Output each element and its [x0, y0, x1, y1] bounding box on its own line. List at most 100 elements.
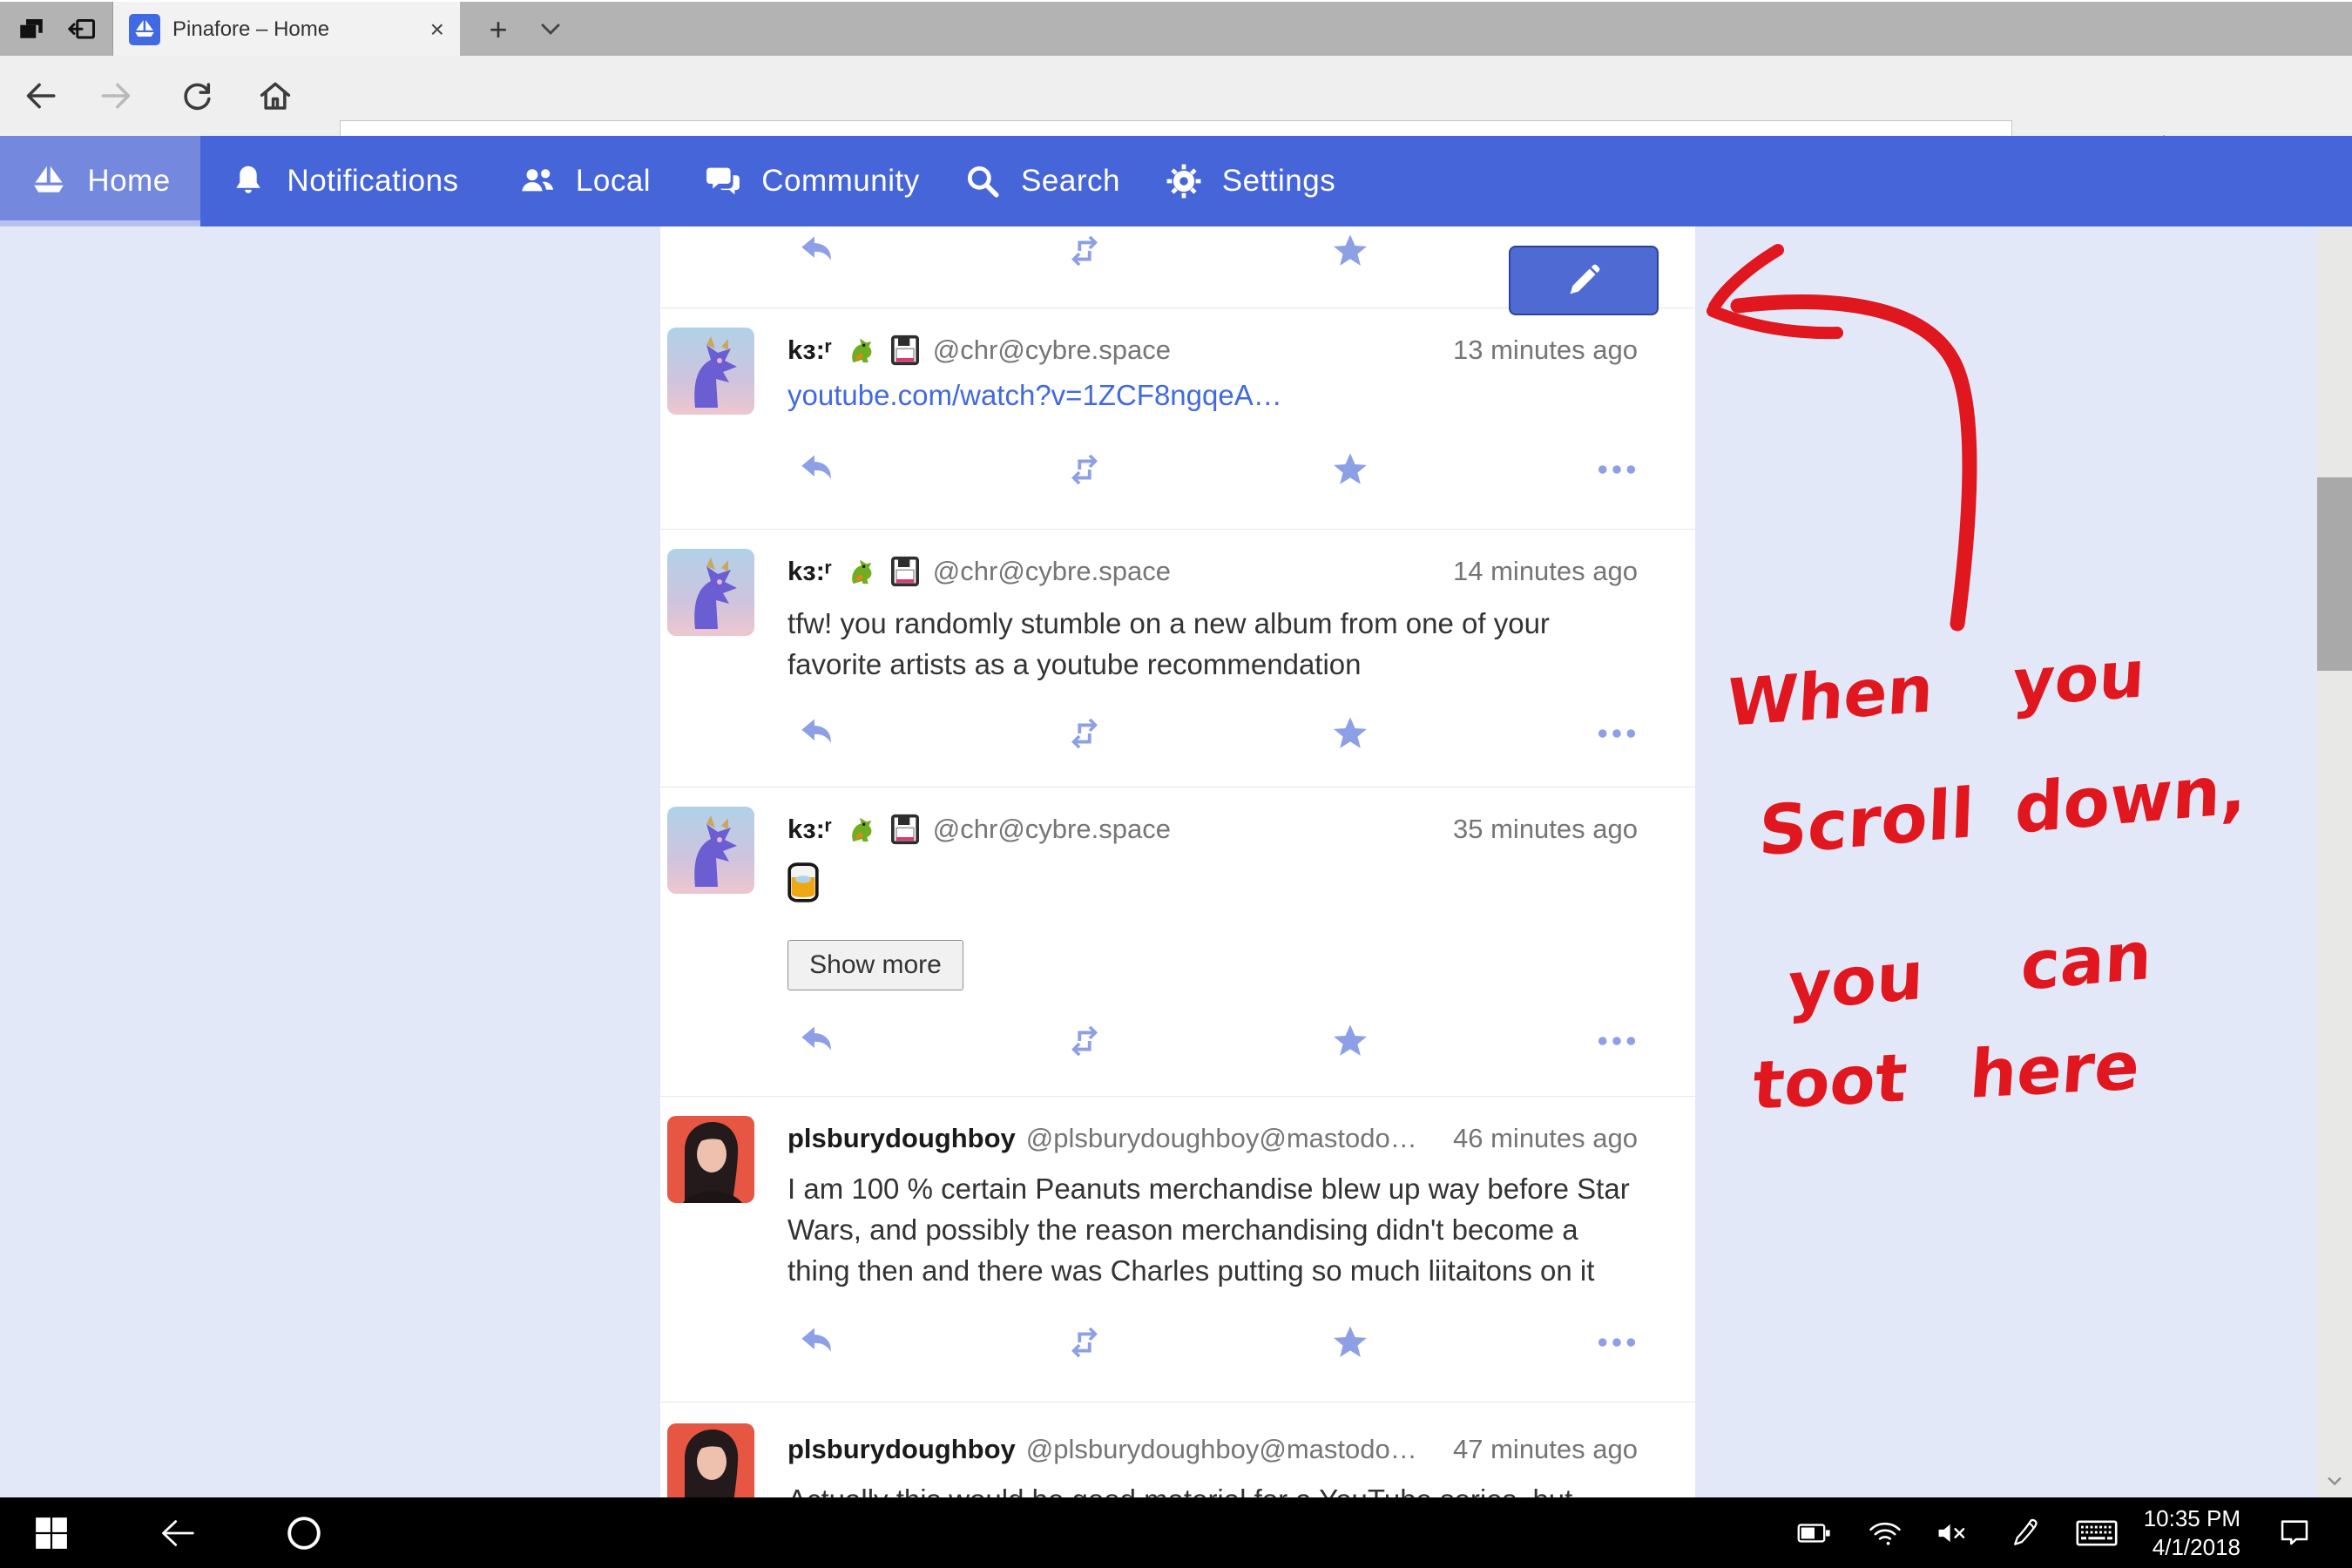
more-icon[interactable]	[1593, 449, 1633, 490]
toot-timestamp[interactable]: 35 minutes ago	[1436, 814, 1638, 845]
more-icon[interactable]	[1593, 1021, 1633, 1061]
taskbar-back-button[interactable]	[157, 1497, 199, 1568]
annotation-text-line: When you	[1725, 637, 2146, 741]
more-icon[interactable]	[1593, 1322, 1633, 1362]
display-name[interactable]: kз:ʳ	[787, 814, 832, 845]
dragon-emoji	[842, 554, 877, 589]
bell-icon	[229, 162, 267, 200]
account-handle[interactable]: @plsburydoughboy@mastodon.s…	[1026, 1123, 1425, 1154]
taskbar-clock[interactable]: 10:35 PM 4/1/2018	[2126, 1497, 2240, 1568]
toot-timestamp[interactable]: 13 minutes ago	[1436, 335, 1638, 366]
pen-icon[interactable]	[2006, 1497, 2043, 1568]
nav-item-settings[interactable]: Settings	[1141, 136, 1359, 226]
toot-timestamp[interactable]: 46 minutes ago	[1436, 1123, 1638, 1154]
cortana-button[interactable]	[283, 1497, 325, 1568]
back-button[interactable]	[16, 71, 64, 120]
avatar[interactable]	[667, 1116, 754, 1203]
toot: plsburydoughboy @plsburydoughboy@mastodo…	[660, 1402, 1695, 1497]
nav-item-community[interactable]: Community	[681, 136, 943, 226]
tab-window-buttons	[0, 2, 113, 57]
nav-item-notifications[interactable]: Notifications	[200, 136, 488, 226]
toot: kз:ʳ @chr@cybre.space 35 minutes ago Sho…	[660, 787, 1695, 1097]
forward-button[interactable]	[92, 71, 141, 120]
display-name[interactable]: kз:ʳ	[787, 335, 832, 366]
boost-icon[interactable]	[1064, 231, 1105, 271]
home-button[interactable]	[251, 71, 300, 120]
tab-title: Pinafore – Home	[172, 17, 415, 42]
boost-icon[interactable]	[1064, 1322, 1105, 1362]
nav-item-search[interactable]: Search	[943, 136, 1141, 226]
compose-toot-button[interactable]	[1509, 246, 1659, 315]
toot-link[interactable]: youtube.com/watch?v=1ZCF8ngqeA…	[787, 379, 1282, 411]
glass-of-drink-emoji	[787, 862, 819, 902]
clock-time: 10:35 PM	[2126, 1504, 2240, 1533]
reply-icon[interactable]	[797, 231, 837, 271]
favorite-icon[interactable]	[1330, 1021, 1370, 1061]
start-button[interactable]	[32, 1497, 71, 1568]
browser-tab[interactable]: Pinafore – Home ×	[113, 2, 460, 57]
display-name[interactable]: kз:ʳ	[787, 556, 832, 587]
boost-icon[interactable]	[1064, 713, 1105, 754]
people-icon	[518, 162, 557, 200]
reply-icon[interactable]	[797, 1322, 837, 1362]
dragon-emoji	[842, 812, 877, 847]
set-tabs-aside-icon[interactable]	[16, 14, 47, 45]
favorite-icon[interactable]	[1330, 231, 1370, 271]
boost-icon[interactable]	[1064, 449, 1105, 490]
pencil-icon	[1565, 262, 1602, 299]
reply-icon[interactable]	[797, 1021, 837, 1061]
screen: Pinafore – Home × + https://dev.pinafore…	[0, 0, 2352, 1568]
account-handle[interactable]: @chr@cybre.space	[933, 556, 1171, 587]
reply-icon[interactable]	[797, 449, 837, 490]
toot-timestamp[interactable]: 47 minutes ago	[1436, 1434, 1638, 1465]
favorite-icon[interactable]	[1330, 1322, 1370, 1362]
favorite-icon[interactable]	[1330, 713, 1370, 754]
boost-icon[interactable]	[1064, 1021, 1105, 1061]
battery-icon[interactable]	[1796, 1497, 1833, 1568]
toot: plsburydoughboy @plsburydoughboy@mastodo…	[660, 1097, 1695, 1402]
avatar[interactable]	[667, 807, 754, 894]
restore-tabs-icon[interactable]	[66, 14, 98, 45]
more-icon[interactable]	[1593, 713, 1633, 754]
action-center-button[interactable]	[2275, 1497, 2314, 1568]
annotation-text-line: toot here	[1750, 1026, 2142, 1125]
clock-date: 4/1/2018	[2126, 1533, 2240, 1562]
annotation-text-line: Scroll down,	[1757, 750, 2247, 872]
nav-item-home[interactable]: Home	[0, 136, 200, 226]
tab-close-icon[interactable]: ×	[415, 16, 460, 44]
show-more-button[interactable]: Show more	[787, 940, 963, 990]
sailboat-icon	[30, 162, 68, 200]
volume-muted-icon[interactable]	[1934, 1497, 1970, 1568]
new-tab-button[interactable]: +	[479, 10, 517, 49]
pinafore-nav-bar: Home Notifications Local Community Searc…	[0, 136, 2352, 226]
favorite-icon[interactable]	[1330, 449, 1370, 490]
chat-bubbles-icon	[704, 162, 742, 200]
floppy-disk-emoji	[888, 333, 923, 368]
avatar[interactable]	[667, 549, 754, 636]
annotation-text-line: you can	[1787, 916, 2153, 1025]
wifi-icon[interactable]	[1867, 1497, 1903, 1568]
display-name[interactable]: plsburydoughboy	[787, 1123, 1016, 1154]
floppy-disk-emoji	[888, 554, 923, 589]
display-name[interactable]: plsburydoughboy	[787, 1434, 1016, 1465]
account-handle[interactable]: @plsburydoughboy@mastodon.s…	[1026, 1434, 1425, 1465]
floppy-disk-emoji	[888, 812, 923, 847]
toot-timestamp[interactable]: 14 minutes ago	[1436, 556, 1638, 587]
toot: kз:ʳ @chr@cybre.space 13 minutes ago you…	[660, 308, 1695, 530]
avatar[interactable]	[667, 328, 754, 415]
scrollbar-down-arrow-icon[interactable]	[2322, 1470, 2348, 1491]
browser-address-bar: https://dev.pinafore.social/	[0, 56, 2352, 136]
scrollbar-thumb[interactable]	[2317, 477, 2352, 671]
account-handle[interactable]: @chr@cybre.space	[933, 335, 1171, 366]
touch-keyboard-icon[interactable]	[2075, 1497, 2119, 1568]
refresh-button[interactable]	[172, 71, 221, 120]
timeline-feed: kз:ʳ @chr@cybre.space 13 minutes ago you…	[660, 226, 1695, 1497]
tab-preview-chevron-icon[interactable]	[536, 14, 571, 49]
pinafore-favicon-icon	[129, 14, 160, 45]
toot-text: tfw! you randomly stumble on a new album…	[787, 603, 1638, 685]
scrollbar-track[interactable]	[2317, 226, 2352, 1497]
account-handle[interactable]: @chr@cybre.space	[933, 814, 1171, 845]
nav-item-local[interactable]: Local	[488, 136, 681, 226]
reply-icon[interactable]	[797, 713, 837, 754]
windows-taskbar: 10:35 PM 4/1/2018	[0, 1497, 2352, 1568]
